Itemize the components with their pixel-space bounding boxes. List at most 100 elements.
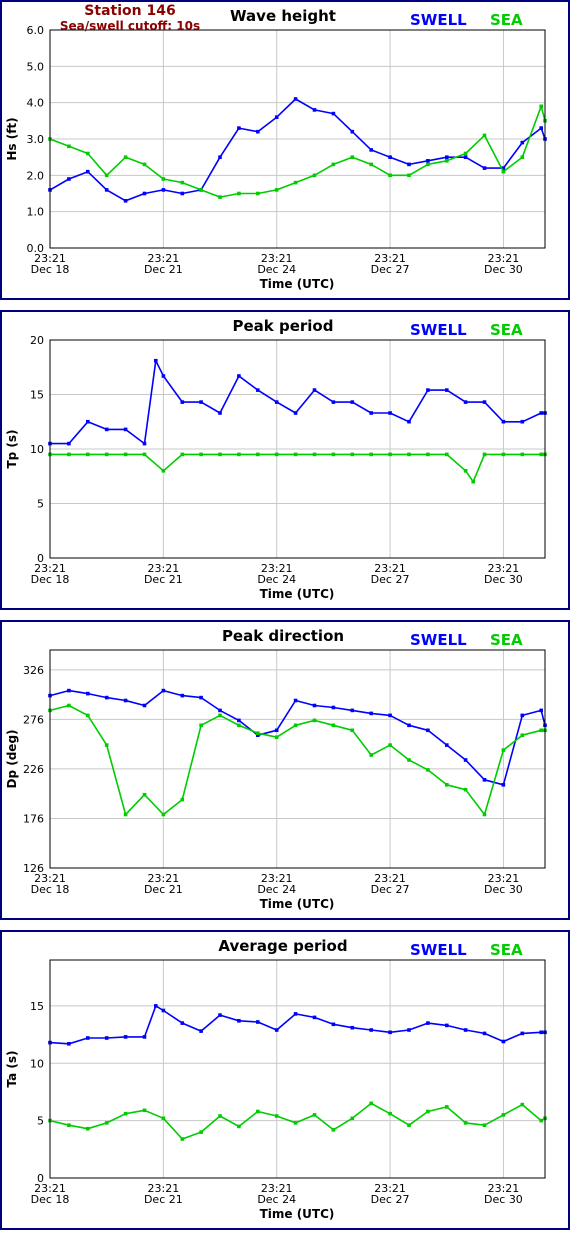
data-point-sea [104, 743, 109, 747]
data-point-sea [312, 1113, 317, 1117]
data-point-swell [520, 419, 525, 424]
x-tick-date: Dec 18 [31, 263, 70, 276]
y-tick-label: 326 [23, 664, 44, 677]
x-tick-date: Dec 24 [257, 263, 296, 276]
chart-title: Average period [218, 937, 347, 955]
y-tick-label: 5 [37, 498, 44, 511]
data-point-swell [180, 400, 185, 404]
x-tick-date: Dec 21 [144, 573, 183, 586]
data-point-swell [426, 159, 430, 163]
data-point-swell [388, 1030, 392, 1035]
data-point-sea [199, 723, 203, 728]
data-point-swell [67, 441, 71, 446]
data-point-sea [237, 1124, 241, 1129]
data-point-swell [369, 711, 373, 716]
data-point-sea [463, 1121, 468, 1125]
data-point-sea [293, 180, 298, 185]
y-tick-label: 5 [37, 1115, 44, 1128]
y-tick-label: 5.0 [27, 60, 45, 73]
data-point-swell [67, 688, 71, 693]
x-tick-date: Dec 27 [371, 1193, 410, 1206]
data-point-sea [104, 452, 109, 457]
data-point-swell [67, 177, 71, 181]
data-point-swell [369, 1028, 373, 1032]
legend-sea: SEA [490, 941, 523, 959]
data-point-sea [256, 731, 260, 735]
data-point-swell [312, 108, 317, 112]
data-point-swell [180, 693, 185, 698]
data-point-sea [218, 713, 222, 718]
data-point-sea [142, 162, 147, 167]
y-tick-label: 15 [30, 389, 44, 402]
data-point-sea [180, 452, 185, 457]
data-point-swell [445, 155, 449, 159]
data-point-swell [388, 411, 392, 415]
data-point-sea [161, 1116, 166, 1121]
x-tick-date: Dec 27 [371, 263, 410, 276]
data-point-swell [142, 441, 147, 446]
x-tick-date: Dec 18 [31, 573, 70, 586]
data-point-swell [86, 169, 90, 174]
data-point-sea [520, 1102, 525, 1107]
data-point-swell [539, 126, 543, 130]
data-point-sea [482, 133, 487, 138]
data-point-swell [426, 388, 430, 392]
data-point-sea [237, 723, 241, 728]
data-point-sea [293, 723, 298, 728]
data-point-swell [426, 1021, 430, 1025]
data-point-swell [123, 1035, 128, 1039]
data-point-sea [539, 104, 543, 109]
data-point-sea [407, 173, 411, 178]
data-point-sea [218, 452, 222, 457]
data-point-swell [463, 758, 468, 762]
data-point-sea [199, 188, 203, 192]
data-point-swell [539, 411, 543, 415]
data-point-swell [520, 1031, 525, 1036]
data-point-sea [369, 753, 373, 757]
data-point-swell [482, 166, 487, 170]
y-tick-label: 3.0 [27, 133, 45, 146]
chart-panel: 0510152023:21Dec 1823:21Dec 2123:21Dec 2… [0, 310, 570, 610]
data-point-swell [482, 400, 487, 404]
data-point-sea [426, 452, 430, 457]
data-point-sea [350, 728, 355, 733]
data-point-swell [237, 126, 241, 130]
data-point-sea [293, 452, 298, 457]
data-point-sea [237, 452, 241, 457]
data-point-sea [482, 1123, 487, 1127]
y-tick-label: 20 [30, 334, 44, 347]
data-point-sea [256, 1109, 260, 1114]
data-point-sea [67, 452, 71, 457]
data-point-swell [180, 1021, 185, 1025]
data-point-swell [463, 1028, 468, 1032]
data-point-sea [218, 1114, 222, 1118]
data-point-sea [388, 452, 392, 457]
data-point-sea [501, 1113, 506, 1117]
x-axis-title: Time (UTC) [260, 277, 335, 291]
data-point-swell [123, 427, 128, 432]
data-point-sea [520, 155, 525, 159]
data-point-swell [463, 155, 468, 159]
data-point-sea [426, 768, 430, 772]
data-point-sea [520, 452, 525, 457]
data-point-sea [123, 155, 128, 159]
data-point-swell [154, 1004, 158, 1008]
y-tick-label: 2.0 [27, 169, 45, 182]
y-tick-label: 15 [30, 1000, 44, 1013]
data-point-sea [445, 159, 449, 163]
data-point-sea [426, 162, 430, 167]
y-tick-label: 176 [23, 812, 44, 825]
data-point-sea [104, 173, 109, 178]
data-point-swell [256, 129, 260, 134]
data-point-sea [350, 155, 355, 159]
data-point-swell [199, 400, 203, 404]
y-tick-label: 226 [23, 763, 44, 776]
data-point-swell [142, 703, 147, 708]
data-point-swell [369, 411, 373, 415]
data-point-swell [237, 1019, 241, 1023]
data-point-sea [350, 1116, 355, 1121]
data-point-swell [274, 115, 279, 119]
legend-swell: SWELL [410, 941, 467, 959]
x-tick-date: Dec 21 [144, 1193, 183, 1206]
x-axis-title: Time (UTC) [260, 1207, 335, 1221]
